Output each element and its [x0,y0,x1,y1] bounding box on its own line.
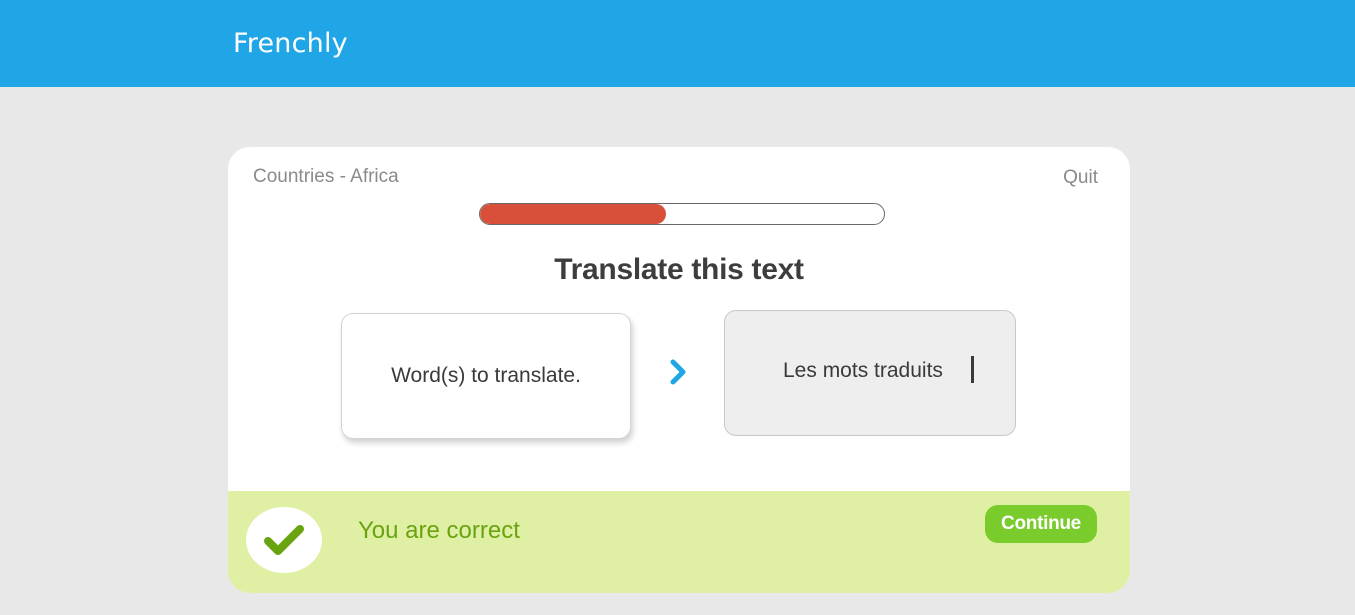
answer-text: Les mots traduits [783,359,943,382]
checkmark-icon [246,507,322,573]
text-cursor [971,356,974,383]
lesson-card: Countries - Africa Quit Translate this t… [228,147,1130,593]
quit-button[interactable]: Quit [1063,167,1098,189]
source-text-box: Word(s) to translate. [341,313,631,439]
chevron-right-icon [667,358,691,386]
exercise-prompt: Translate this text [554,253,804,286]
lesson-title: Countries - Africa [253,166,399,187]
brand-logo[interactable]: Frenchly [233,28,348,59]
continue-button[interactable]: Continue [985,505,1097,543]
progress-bar [479,203,885,225]
feedback-banner: You are correct Continue [228,491,1130,593]
progress-bar-fill [480,204,666,224]
feedback-message: You are correct [358,517,520,544]
top-bar: Frenchly [0,0,1355,87]
source-text: Word(s) to translate. [391,364,581,387]
answer-input[interactable]: Les mots traduits [724,310,1016,436]
